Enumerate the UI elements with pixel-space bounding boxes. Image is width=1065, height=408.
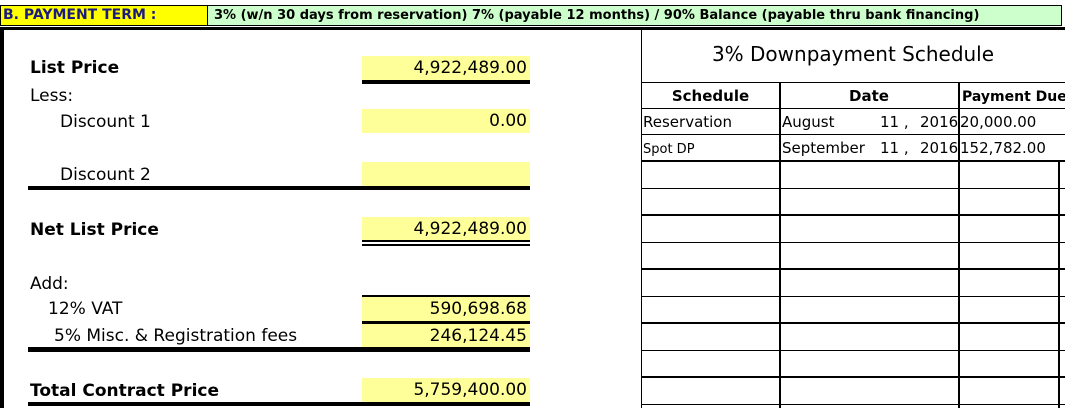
- grid-rule: [641, 296, 1065, 297]
- net-list-price-value[interactable]: 4,922,489.00: [362, 217, 530, 241]
- net-list-price-underline-2: [362, 244, 530, 246]
- list-price-underline: [362, 80, 530, 84]
- col-header-date: Date: [849, 87, 889, 105]
- row1-year: 2016: [920, 113, 959, 131]
- col-divider-date-payment: [958, 82, 960, 408]
- col-header-payment-due: Payment Due: [962, 89, 1065, 105]
- grid-rule: [641, 214, 1065, 216]
- payment-term-label: B. PAYMENT TERM :: [0, 5, 208, 26]
- grid-rule: [641, 322, 1065, 324]
- misc-fees-value[interactable]: 246,124.45: [362, 324, 530, 348]
- col-divider-right: [1058, 160, 1060, 408]
- payment-term-description: 3% (w/n 30 days from reservation) 7% (pa…: [208, 5, 1062, 26]
- row2-day: 11 ,: [880, 139, 909, 157]
- discount2-value[interactable]: [362, 162, 530, 186]
- discount2-label: Discount 2: [60, 165, 151, 185]
- less-label: Less:: [30, 86, 74, 106]
- row2-payment[interactable]: 152,782.00: [960, 138, 1046, 158]
- grid-rule: [641, 350, 1065, 351]
- row2-year: 2016: [920, 139, 959, 157]
- row1-day: 11 ,: [880, 113, 909, 131]
- discount1-value[interactable]: 0.00: [362, 109, 530, 133]
- grid-rule: [641, 268, 1065, 270]
- row2-rule: [641, 160, 1065, 162]
- row1-rule: [641, 134, 1065, 135]
- grid-rule: [641, 188, 1065, 189]
- discount1-label: Discount 1: [60, 112, 151, 132]
- fees-section-rule: [28, 347, 530, 352]
- schedule-header-rule: [641, 108, 1065, 109]
- misc-fees-label: 5% Misc. & Registration fees: [54, 326, 298, 346]
- vat-value[interactable]: 590,698.68: [362, 297, 530, 321]
- total-underline: [28, 402, 530, 406]
- row2-month: September: [782, 139, 865, 157]
- add-label: Add:: [30, 274, 69, 294]
- net-list-price-label: Net List Price: [30, 220, 159, 240]
- row1-schedule: Reservation: [643, 113, 732, 131]
- schedule-title-rule: [641, 82, 1065, 83]
- row1-month: August: [782, 113, 835, 131]
- net-list-price-underline-1: [362, 240, 530, 242]
- grid-rule: [641, 242, 1065, 243]
- row1-payment[interactable]: 20,000.00: [960, 112, 1036, 132]
- schedule-title: 3% Downpayment Schedule: [711, 42, 995, 66]
- vat-label: 12% VAT: [48, 299, 123, 319]
- total-contract-price-value[interactable]: 5,759,400.00: [362, 378, 530, 402]
- grid-rule: [641, 404, 1065, 405]
- grid-rule: [641, 376, 1065, 378]
- left-border: [0, 30, 4, 408]
- payment-term-header: B. PAYMENT TERM : 3% (w/n 30 days from r…: [0, 0, 1065, 30]
- col-divider-schedule-date: [779, 82, 781, 408]
- discount-section-rule: [28, 186, 530, 190]
- col-header-schedule: Schedule: [671, 87, 750, 105]
- list-price-label: List Price: [30, 58, 120, 78]
- row2-schedule: Spot DP: [643, 142, 695, 157]
- list-price-value[interactable]: 4,922,489.00: [362, 56, 530, 80]
- total-contract-price-label: Total Contract Price: [30, 381, 220, 401]
